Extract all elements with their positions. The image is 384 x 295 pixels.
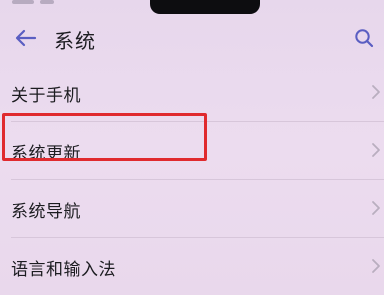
settings-screen: 系统 关于手机 系统更新 系统导航 语言和输入法 [0,0,384,295]
status-bar-indicator [40,0,54,4]
chevron-right-icon [372,201,380,215]
search-button[interactable] [350,24,378,52]
settings-list: 关于手机 系统更新 系统导航 语言和输入法 [0,64,384,295]
settings-item-label: 语言和输入法 [11,260,116,280]
settings-item-language-input[interactable]: 语言和输入法 [0,238,384,295]
chevron-right-icon [372,85,380,99]
settings-item-label: 关于手机 [11,86,81,106]
settings-item-system-navigation[interactable]: 系统导航 [0,180,384,238]
status-bar-indicator [12,0,34,4]
chevron-right-icon [372,143,380,157]
page-title: 系统 [54,29,96,53]
chevron-right-icon [372,259,380,273]
search-icon [355,29,374,48]
settings-item-system-update[interactable]: 系统更新 [0,122,384,180]
settings-item-about-phone[interactable]: 关于手机 [0,64,384,122]
settings-item-label: 系统更新 [11,144,81,164]
settings-item-label: 系统导航 [11,202,81,222]
camera-notch [150,0,260,14]
back-button[interactable] [12,24,40,52]
app-bar: 系统 [0,14,384,64]
arrow-left-icon [15,29,37,47]
